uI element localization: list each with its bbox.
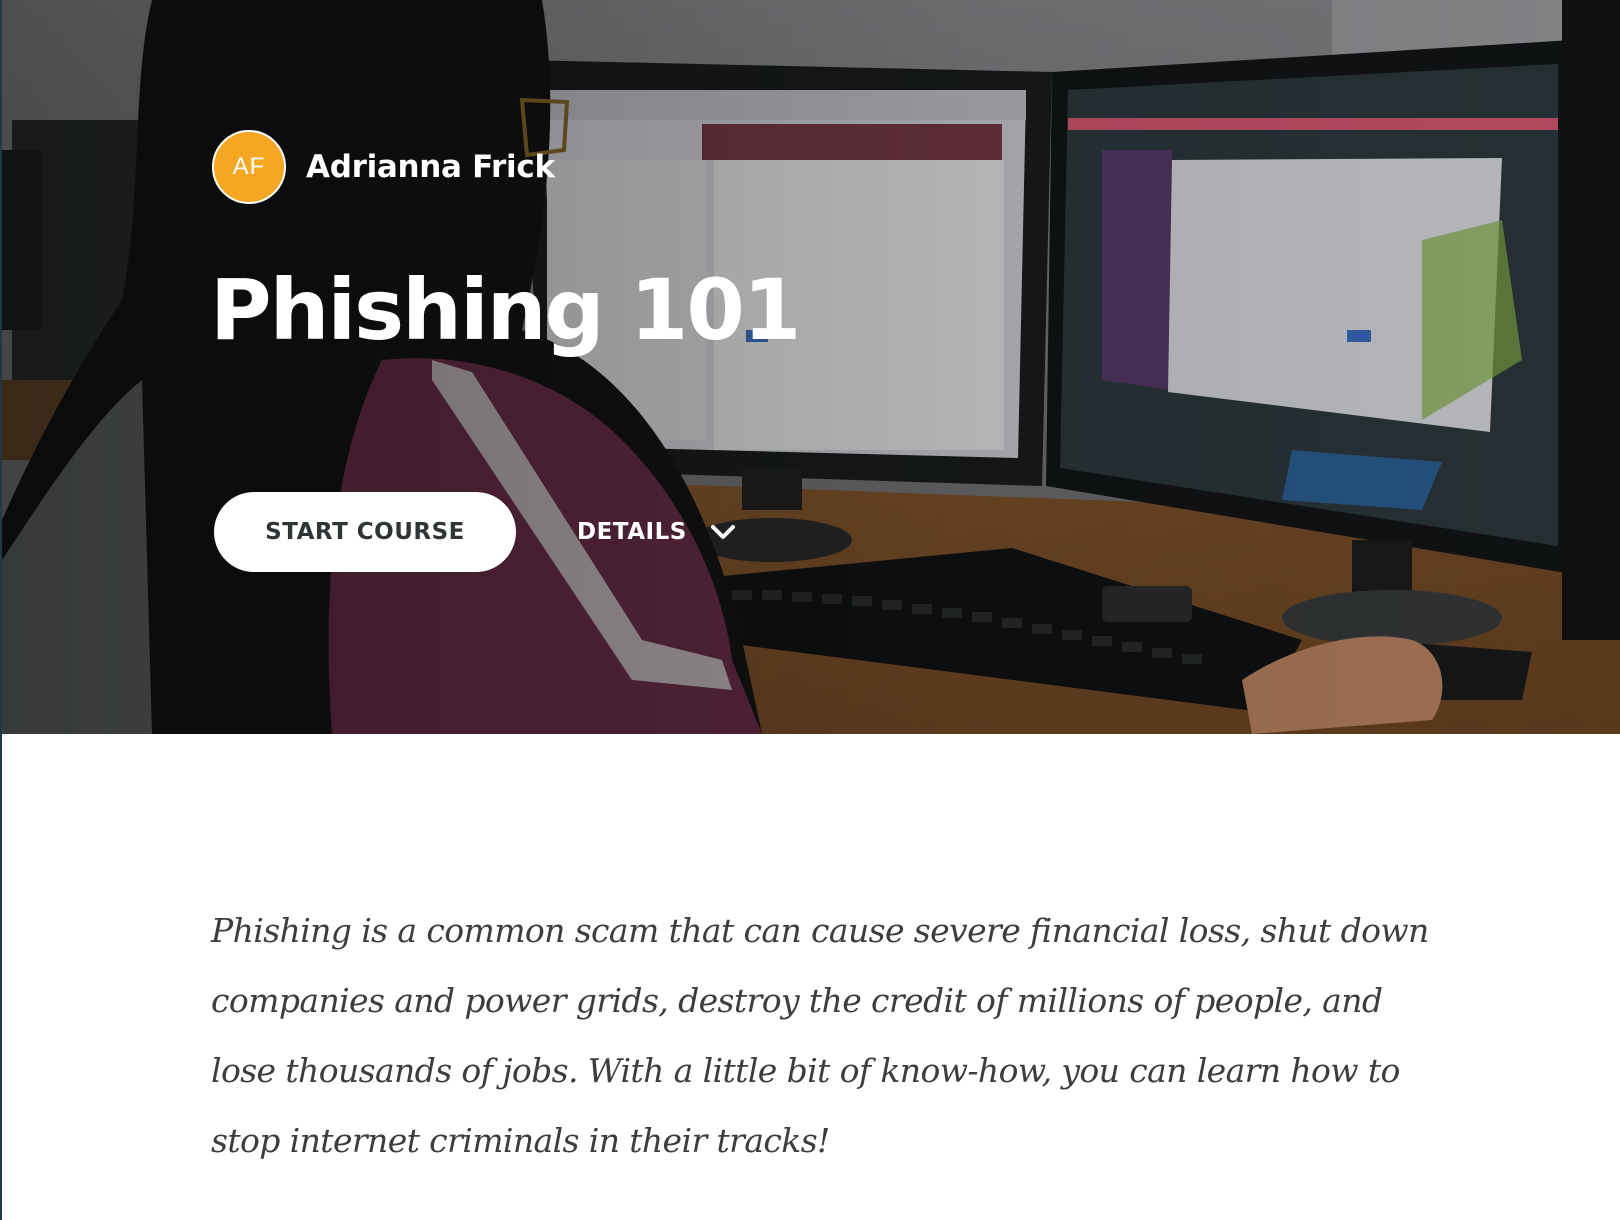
start-course-button[interactable]: START COURSE [214, 492, 516, 572]
author-avatar: AF [212, 130, 286, 204]
course-description: Phishing is a common scam that can cause… [211, 911, 1429, 1160]
details-label: DETAILS [577, 519, 687, 545]
course-hero: AF Adrianna Frick Phishing 101 START COU… [2, 0, 1620, 734]
hero-content: AF Adrianna Frick Phishing 101 START COU… [2, 0, 1620, 734]
details-toggle[interactable]: DETAILS [577, 512, 737, 552]
author-name: Adrianna Frick [306, 149, 555, 185]
course-author: AF Adrianna Frick [212, 130, 555, 204]
course-page: AF Adrianna Frick Phishing 101 START COU… [0, 0, 1620, 1220]
course-title: Phishing 101 [210, 261, 801, 359]
chevron-down-icon [710, 525, 735, 539]
window-edge [0, 0, 2, 1220]
